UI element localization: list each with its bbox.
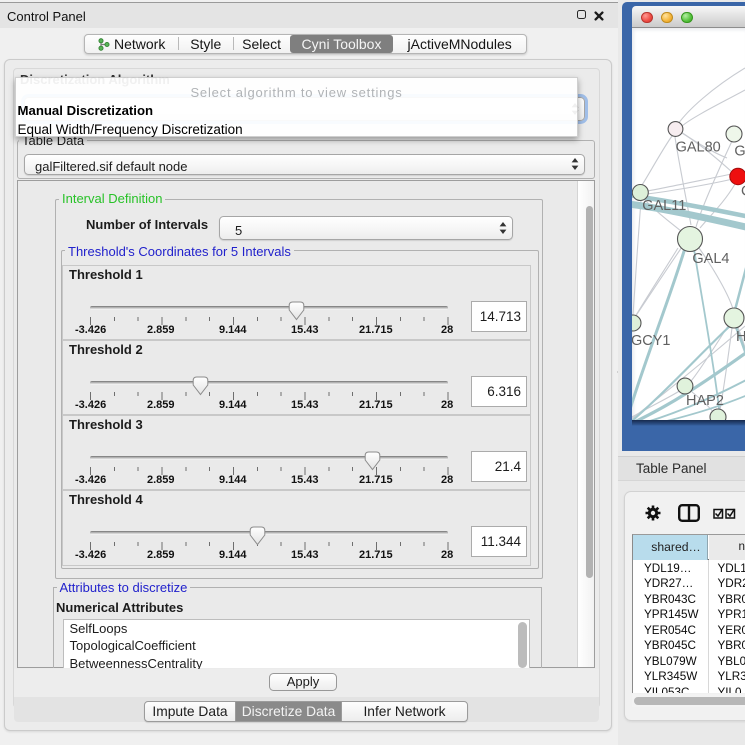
svg-text:H: H bbox=[736, 329, 745, 345]
svg-text:C: C bbox=[741, 183, 745, 199]
svg-text:GCY1: GCY1 bbox=[632, 333, 671, 349]
svg-text:GA: GA bbox=[734, 144, 745, 160]
svg-text:GAL11: GAL11 bbox=[642, 198, 686, 214]
svg-text:GAL4: GAL4 bbox=[692, 251, 729, 267]
svg-text:GAL80: GAL80 bbox=[676, 139, 721, 155]
svg-text:HAP2: HAP2 bbox=[686, 393, 724, 409]
